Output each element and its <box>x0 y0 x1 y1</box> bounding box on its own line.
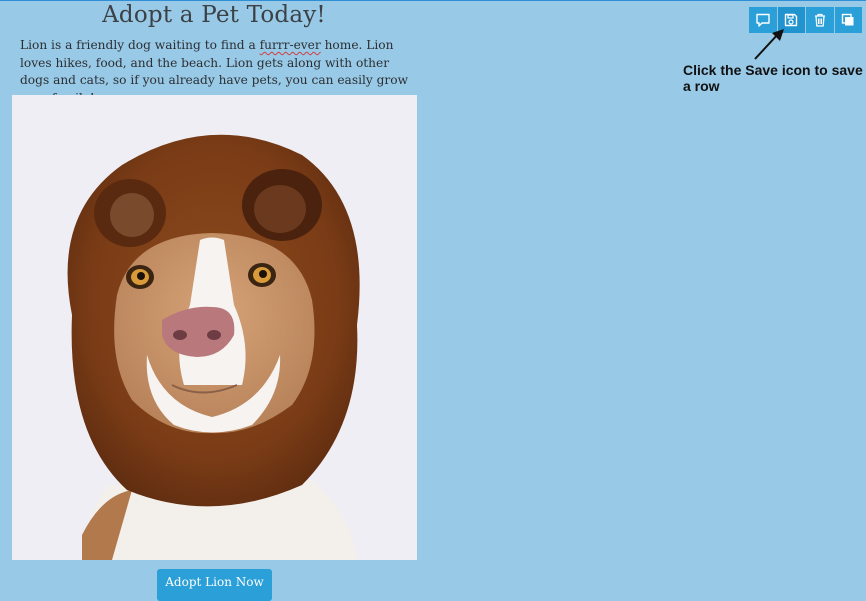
duplicate-icon <box>842 13 854 26</box>
dog-in-lion-hood-illustration <box>12 95 417 560</box>
dog-photo <box>12 95 417 560</box>
save-icon <box>785 13 798 27</box>
comment-icon <box>756 13 770 27</box>
trash-icon <box>814 13 825 27</box>
page-title: Adopt a Pet Today! <box>102 2 326 28</box>
duplicate-button[interactable] <box>834 7 862 33</box>
adopt-lion-button[interactable]: Adopt Lion Now <box>157 569 272 601</box>
callout-arrow-icon <box>754 29 784 60</box>
save-callout-text: Click the Save icon to save a row <box>683 62 863 94</box>
misspelled-word: furrr-ever <box>259 38 321 52</box>
top-border <box>0 0 866 1</box>
delete-button[interactable] <box>806 7 834 33</box>
description-text-start: Lion is a friendly dog waiting to find a <box>20 38 260 52</box>
